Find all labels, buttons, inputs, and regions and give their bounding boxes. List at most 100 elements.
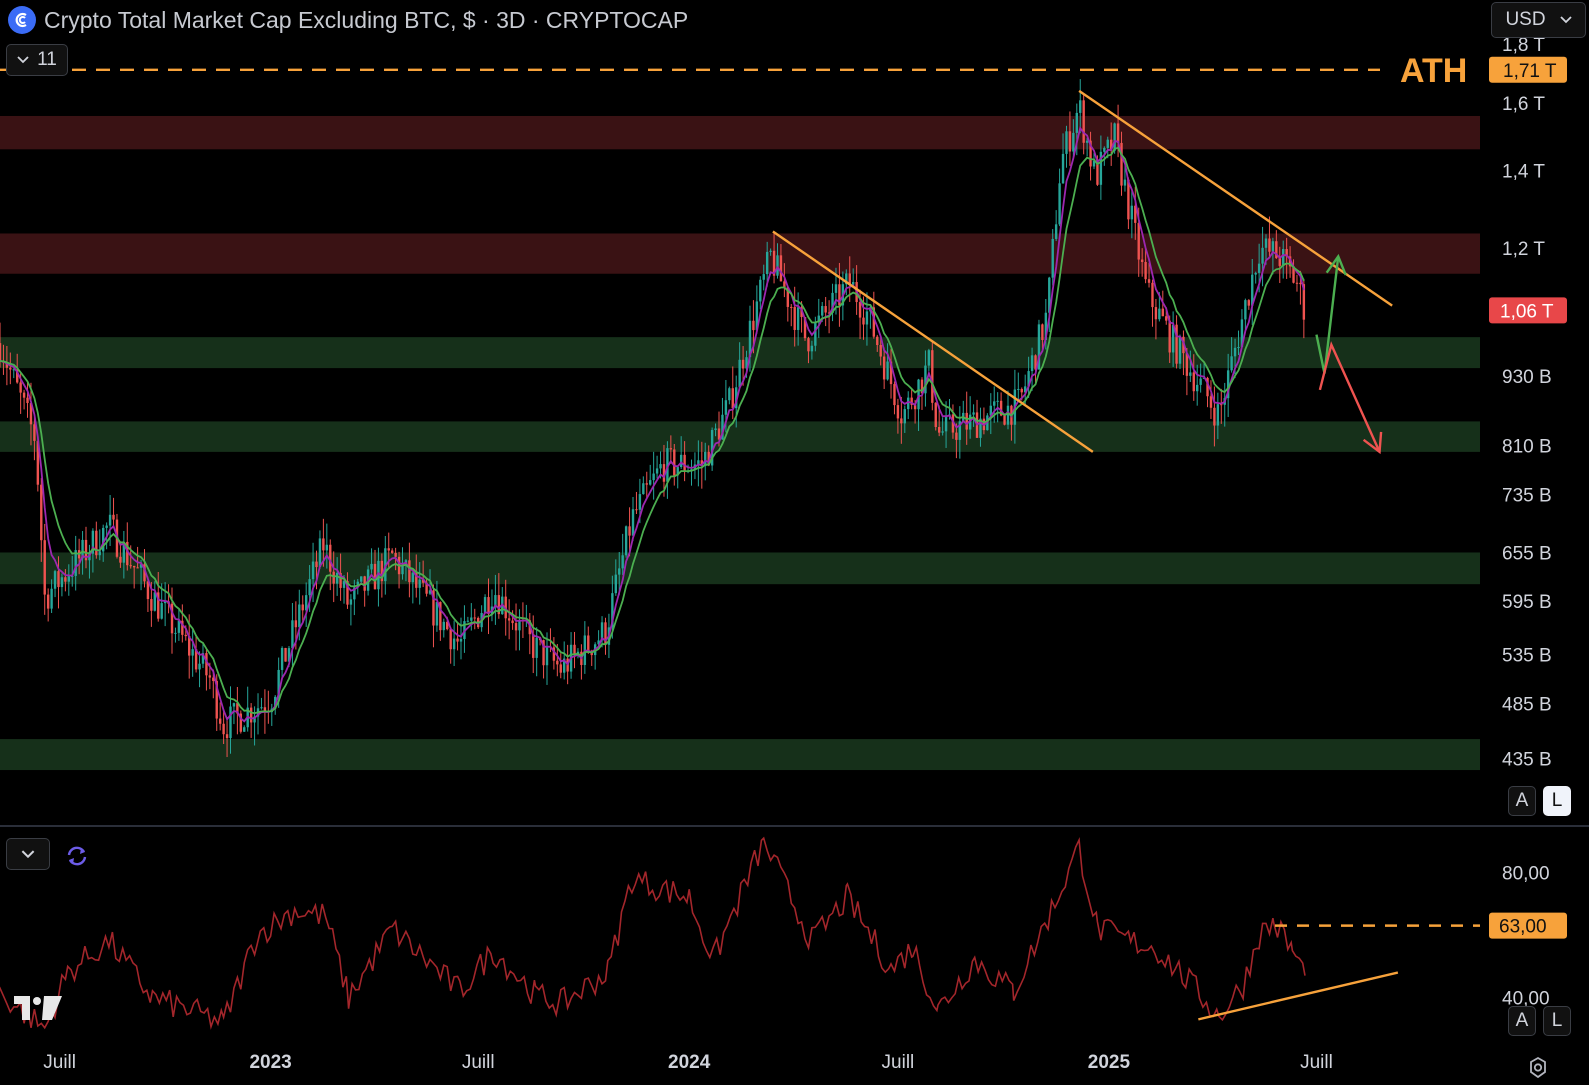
rsi-log-scale-button[interactable]: L [1543,1006,1571,1036]
rsi-pane-toggle-button[interactable] [6,838,50,870]
candle-body [1158,308,1161,320]
candle-body [229,706,232,739]
candle-body [473,617,476,619]
candle-body [40,484,43,541]
candle-body [1051,238,1054,278]
candle-body [1154,307,1158,320]
candle [463,605,466,653]
candle [50,579,53,614]
refresh-icon[interactable] [64,843,90,874]
candle-body [1072,132,1075,152]
candle [1244,298,1247,330]
indicators-toggle-button[interactable]: 11 [6,44,68,76]
candle-body [408,560,411,583]
candle-body [132,565,136,568]
candle-body [1130,205,1134,220]
candle [676,465,679,489]
candle [112,497,115,526]
candle-body [57,571,60,588]
candle [514,603,518,651]
candle [218,702,222,731]
candle [470,603,473,631]
candle-body [1003,415,1006,425]
current-price-badge-label: 1,06 T [1500,301,1554,322]
candle-body [459,639,463,642]
auto-scale-button[interactable]: A [1508,786,1536,816]
candle [280,646,284,680]
candle-body [893,384,896,406]
candle [1254,271,1257,284]
candle-body [53,571,57,589]
candle-body [931,350,934,403]
candle-body [1216,404,1220,426]
candle-body [1261,247,1264,264]
candle-body [886,361,889,380]
candle [1209,380,1213,419]
price-tick-label: 1,8 T [1502,35,1545,56]
chart-canvas[interactable]: ATH 1,8 T 1,6 T 1,4 T 1,2 T 930 B 810 B 735 B 6… [0,0,1589,1080]
candle-body [1106,139,1109,148]
candle-body [810,345,814,352]
candle-body [1054,224,1058,239]
candle [501,587,504,615]
chart-title-bar: Crypto Total Market Cap Excluding BTC, $… [8,6,688,34]
candle-body [184,634,187,637]
candle-body [1061,153,1065,184]
chevron-down-icon [1559,16,1572,24]
candle-body [1113,123,1116,151]
rsi-trendline[interactable] [1198,971,1399,1021]
support-zone [0,421,1480,452]
candle [270,703,273,726]
candle-body [1058,183,1061,225]
candle-body [1295,282,1299,284]
candle-body [996,400,999,402]
candle [1130,190,1134,239]
candle-body [628,526,631,536]
currency-select[interactable]: USD [1491,2,1586,38]
tradingview-logo-icon[interactable] [14,996,62,1025]
candle [487,578,490,635]
candle-body [318,538,322,568]
candle-body [1278,258,1281,266]
log-scale-button[interactable]: L [1543,786,1571,816]
candle-body [1075,112,1078,133]
candle-body [1178,336,1182,364]
price-tick-label: 655 B [1502,543,1552,564]
candle-body [64,577,67,582]
candle [817,298,820,338]
candle-body [315,561,318,568]
rsi-auto-scale-button[interactable]: A [1508,1006,1536,1036]
candle-body [824,306,827,313]
candle-body [514,623,518,631]
candle [1175,315,1178,369]
candle [1065,125,1068,168]
candle [191,629,194,677]
candle-body [1006,405,1010,425]
candle-body [1151,282,1154,308]
candle-body [198,663,201,670]
candle [301,595,304,622]
candle-body [1196,384,1199,392]
candle-body [335,572,339,584]
candle [731,366,734,420]
candle-body [243,727,246,732]
candle-body [1247,300,1251,306]
candle [442,618,445,638]
candle [95,521,98,559]
candle-body [390,550,394,553]
candle [1058,168,1061,227]
candle-body [232,703,236,707]
candle [177,608,181,641]
settings-gear-icon[interactable] [1526,1056,1550,1085]
candle-body [965,412,968,430]
candle-body [618,568,621,575]
candle [1006,390,1010,430]
candle-body [738,359,741,388]
candle [198,651,201,688]
candle [239,710,243,734]
candle-body [796,307,800,330]
candle-body [731,388,734,409]
time-axis[interactable]: Juill 2023 Juill 2024 Juill 2025 Juill [43,1052,1333,1073]
candle-body [1189,372,1192,376]
price-axis[interactable]: 1,8 T 1,6 T 1,4 T 1,2 T 930 B 810 B 735 B 655 B… [1489,35,1567,770]
